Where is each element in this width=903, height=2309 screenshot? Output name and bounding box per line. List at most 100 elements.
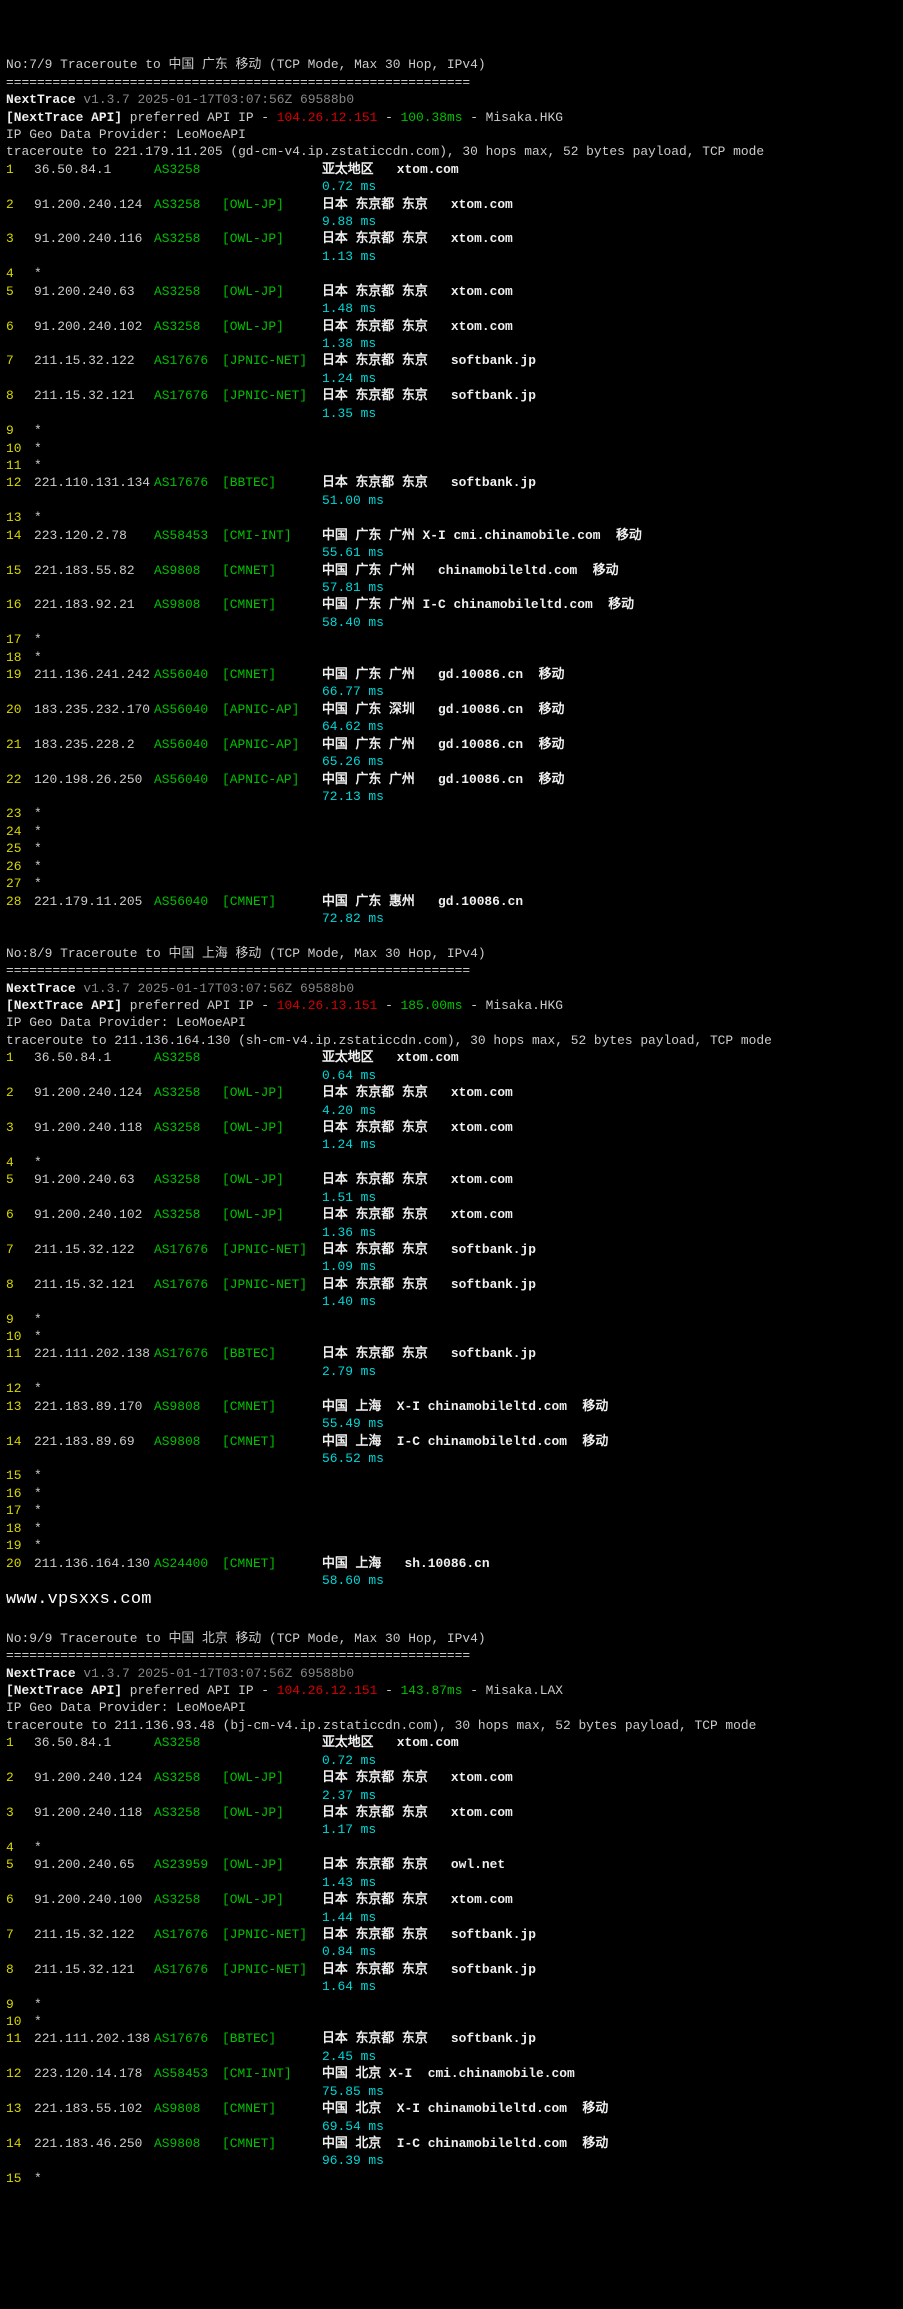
- hop-ip: 221.183.89.69: [34, 1433, 154, 1450]
- hop-row: 19211.136.241.242AS56040[CMNET]中国 广东 广州 …: [6, 666, 897, 683]
- hop-number: 18: [6, 649, 34, 666]
- hop-latency-row: 75.85 ms: [6, 2083, 897, 2100]
- hop-tag: [APNIC-AP]: [222, 701, 322, 718]
- hop-location: 日本 东京都 东京 softbank.jp: [322, 1276, 536, 1293]
- hop-location: 日本 东京都 东京 xtom.com: [322, 1206, 513, 1223]
- hop-star: *: [34, 265, 42, 282]
- hop-ip: 91.200.240.116: [34, 230, 154, 247]
- hop-latency: 58.40 ms: [322, 614, 384, 631]
- hop-number: 15: [6, 1467, 34, 1484]
- hop-as: AS56040: [154, 701, 222, 718]
- hop-latency: 55.49 ms: [322, 1415, 384, 1432]
- hop-number: 7: [6, 1241, 34, 1258]
- hop-as: AS3258: [154, 1171, 222, 1188]
- hop-row: 4*: [6, 1839, 897, 1856]
- hop-location: 日本 东京都 东京 xtom.com: [322, 1891, 513, 1908]
- hop-location: 中国 广东 惠州 gd.10086.cn: [322, 893, 523, 910]
- hop-number: 4: [6, 1154, 34, 1171]
- hop-tag: [JPNIC-NET]: [222, 1926, 322, 1943]
- hop-latency: 1.09 ms: [322, 1258, 376, 1275]
- hop-ip: 221.111.202.138: [34, 1345, 154, 1362]
- hop-number: 7: [6, 1926, 34, 1943]
- hop-row: 8211.15.32.121AS17676[JPNIC-NET]日本 东京都 东…: [6, 1276, 897, 1293]
- hop-latency: 65.26 ms: [322, 753, 384, 770]
- hop-as: AS3258: [154, 1804, 222, 1821]
- hop-as: AS56040: [154, 666, 222, 683]
- separator: ========================================…: [6, 963, 470, 978]
- hop-latency: 72.82 ms: [322, 910, 384, 927]
- hop-location: 中国 北京 X-I cmi.chinamobile.com: [322, 2065, 575, 2082]
- hop-row: 7211.15.32.122AS17676[JPNIC-NET]日本 东京都 东…: [6, 1241, 897, 1258]
- hop-as: AS17676: [154, 1961, 222, 1978]
- hop-number: 26: [6, 858, 34, 875]
- hop-row: 291.200.240.124AS3258[OWL-JP]日本 东京都 东京 x…: [6, 1084, 897, 1101]
- hop-star: *: [34, 1537, 42, 1554]
- hop-tag: [JPNIC-NET]: [222, 387, 322, 404]
- hop-ip: 91.200.240.124: [34, 1769, 154, 1786]
- hop-tag: [OWL-JP]: [222, 1171, 322, 1188]
- hop-latency-row: 1.64 ms: [6, 1978, 897, 1995]
- hop-number: 9: [6, 1311, 34, 1328]
- hop-star: *: [34, 2013, 42, 2030]
- hop-star: *: [34, 1380, 42, 1397]
- trace-header-text: No:9/9 Traceroute to 中国 北京 移动 (TCP Mode,…: [6, 1631, 486, 1646]
- hop-ip: 91.200.240.118: [34, 1119, 154, 1136]
- hop-row: 291.200.240.124AS3258[OWL-JP]日本 东京都 东京 x…: [6, 1769, 897, 1786]
- hop-number: 1: [6, 1049, 34, 1066]
- hop-number: 10: [6, 440, 34, 457]
- hop-ip: 36.50.84.1: [34, 161, 154, 178]
- hop-latency-row: 1.48 ms: [6, 300, 897, 317]
- hop-row: 15221.183.55.82AS9808[CMNET]中国 广东 广州 chi…: [6, 562, 897, 579]
- api-loc: - Misaka.HKG: [462, 110, 563, 125]
- hop-ip: 221.183.89.170: [34, 1398, 154, 1415]
- hop-star: *: [34, 1520, 42, 1537]
- hop-star: *: [34, 858, 42, 875]
- hop-as: AS3258: [154, 196, 222, 213]
- hop-ip: 91.200.240.124: [34, 196, 154, 213]
- hop-latency-row: 66.77 ms: [6, 683, 897, 700]
- hop-star: *: [34, 1154, 42, 1171]
- hop-number: 5: [6, 1856, 34, 1873]
- hop-ip: 183.235.232.170: [34, 701, 154, 718]
- hop-tag: [OWL-JP]: [222, 1084, 322, 1101]
- hop-row: 23*: [6, 805, 897, 822]
- hop-as: AS17676: [154, 387, 222, 404]
- hop-tag: [OWL-JP]: [222, 1206, 322, 1223]
- hop-location: 亚太地区 xtom.com: [322, 1734, 459, 1751]
- hop-latency-row: 9.88 ms: [6, 213, 897, 230]
- hop-star: *: [34, 2170, 42, 2187]
- hop-star: *: [34, 1996, 42, 2013]
- api-line: [NextTrace API] preferred API IP - 104.2…: [6, 109, 897, 126]
- hop-location: 日本 东京都 东京 softbank.jp: [322, 1345, 536, 1362]
- nexttrace-ver: v1.3.7 2025-01-17T03:07:56Z 69588b0: [83, 92, 354, 107]
- hop-star: *: [34, 805, 42, 822]
- hop-number: 27: [6, 875, 34, 892]
- hop-location: 中国 广东 广州 chinamobileltd.com 移动: [322, 562, 619, 579]
- hop-as: AS9808: [154, 2100, 222, 2117]
- trace-header-text: No:7/9 Traceroute to 中国 广东 移动 (TCP Mode,…: [6, 57, 486, 72]
- hop-number: 7: [6, 352, 34, 369]
- hop-number: 6: [6, 318, 34, 335]
- hop-number: 16: [6, 1485, 34, 1502]
- hop-number: 3: [6, 230, 34, 247]
- hop-latency-row: 58.40 ms: [6, 614, 897, 631]
- hop-latency-row: 1.44 ms: [6, 1909, 897, 1926]
- hop-row: 691.200.240.100AS3258[OWL-JP]日本 东京都 东京 x…: [6, 1891, 897, 1908]
- hop-ip: 221.183.55.102: [34, 2100, 154, 2117]
- hop-number: 22: [6, 771, 34, 788]
- hop-location: 亚太地区 xtom.com: [322, 1049, 459, 1066]
- hop-latency: 1.24 ms: [322, 370, 376, 387]
- hop-latency-row: 69.54 ms: [6, 2118, 897, 2135]
- hop-as: AS58453: [154, 2065, 222, 2082]
- hop-row: 13*: [6, 509, 897, 526]
- traceroute-cmd: traceroute to 211.136.164.130 (sh-cm-v4.…: [6, 1033, 772, 1048]
- hop-latency: 0.64 ms: [322, 1067, 376, 1084]
- hop-number: 5: [6, 283, 34, 300]
- hop-row: 21183.235.228.2AS56040[APNIC-AP]中国 广东 广州…: [6, 736, 897, 753]
- api-ip: 104.26.12.151: [277, 1683, 378, 1698]
- hop-tag: [JPNIC-NET]: [222, 1961, 322, 1978]
- hop-tag: [OWL-JP]: [222, 1119, 322, 1136]
- hop-number: 14: [6, 527, 34, 544]
- hop-latency: 1.35 ms: [322, 405, 376, 422]
- terminal-output: No:7/9 Traceroute to 中国 广东 移动 (TCP Mode,…: [6, 56, 897, 2187]
